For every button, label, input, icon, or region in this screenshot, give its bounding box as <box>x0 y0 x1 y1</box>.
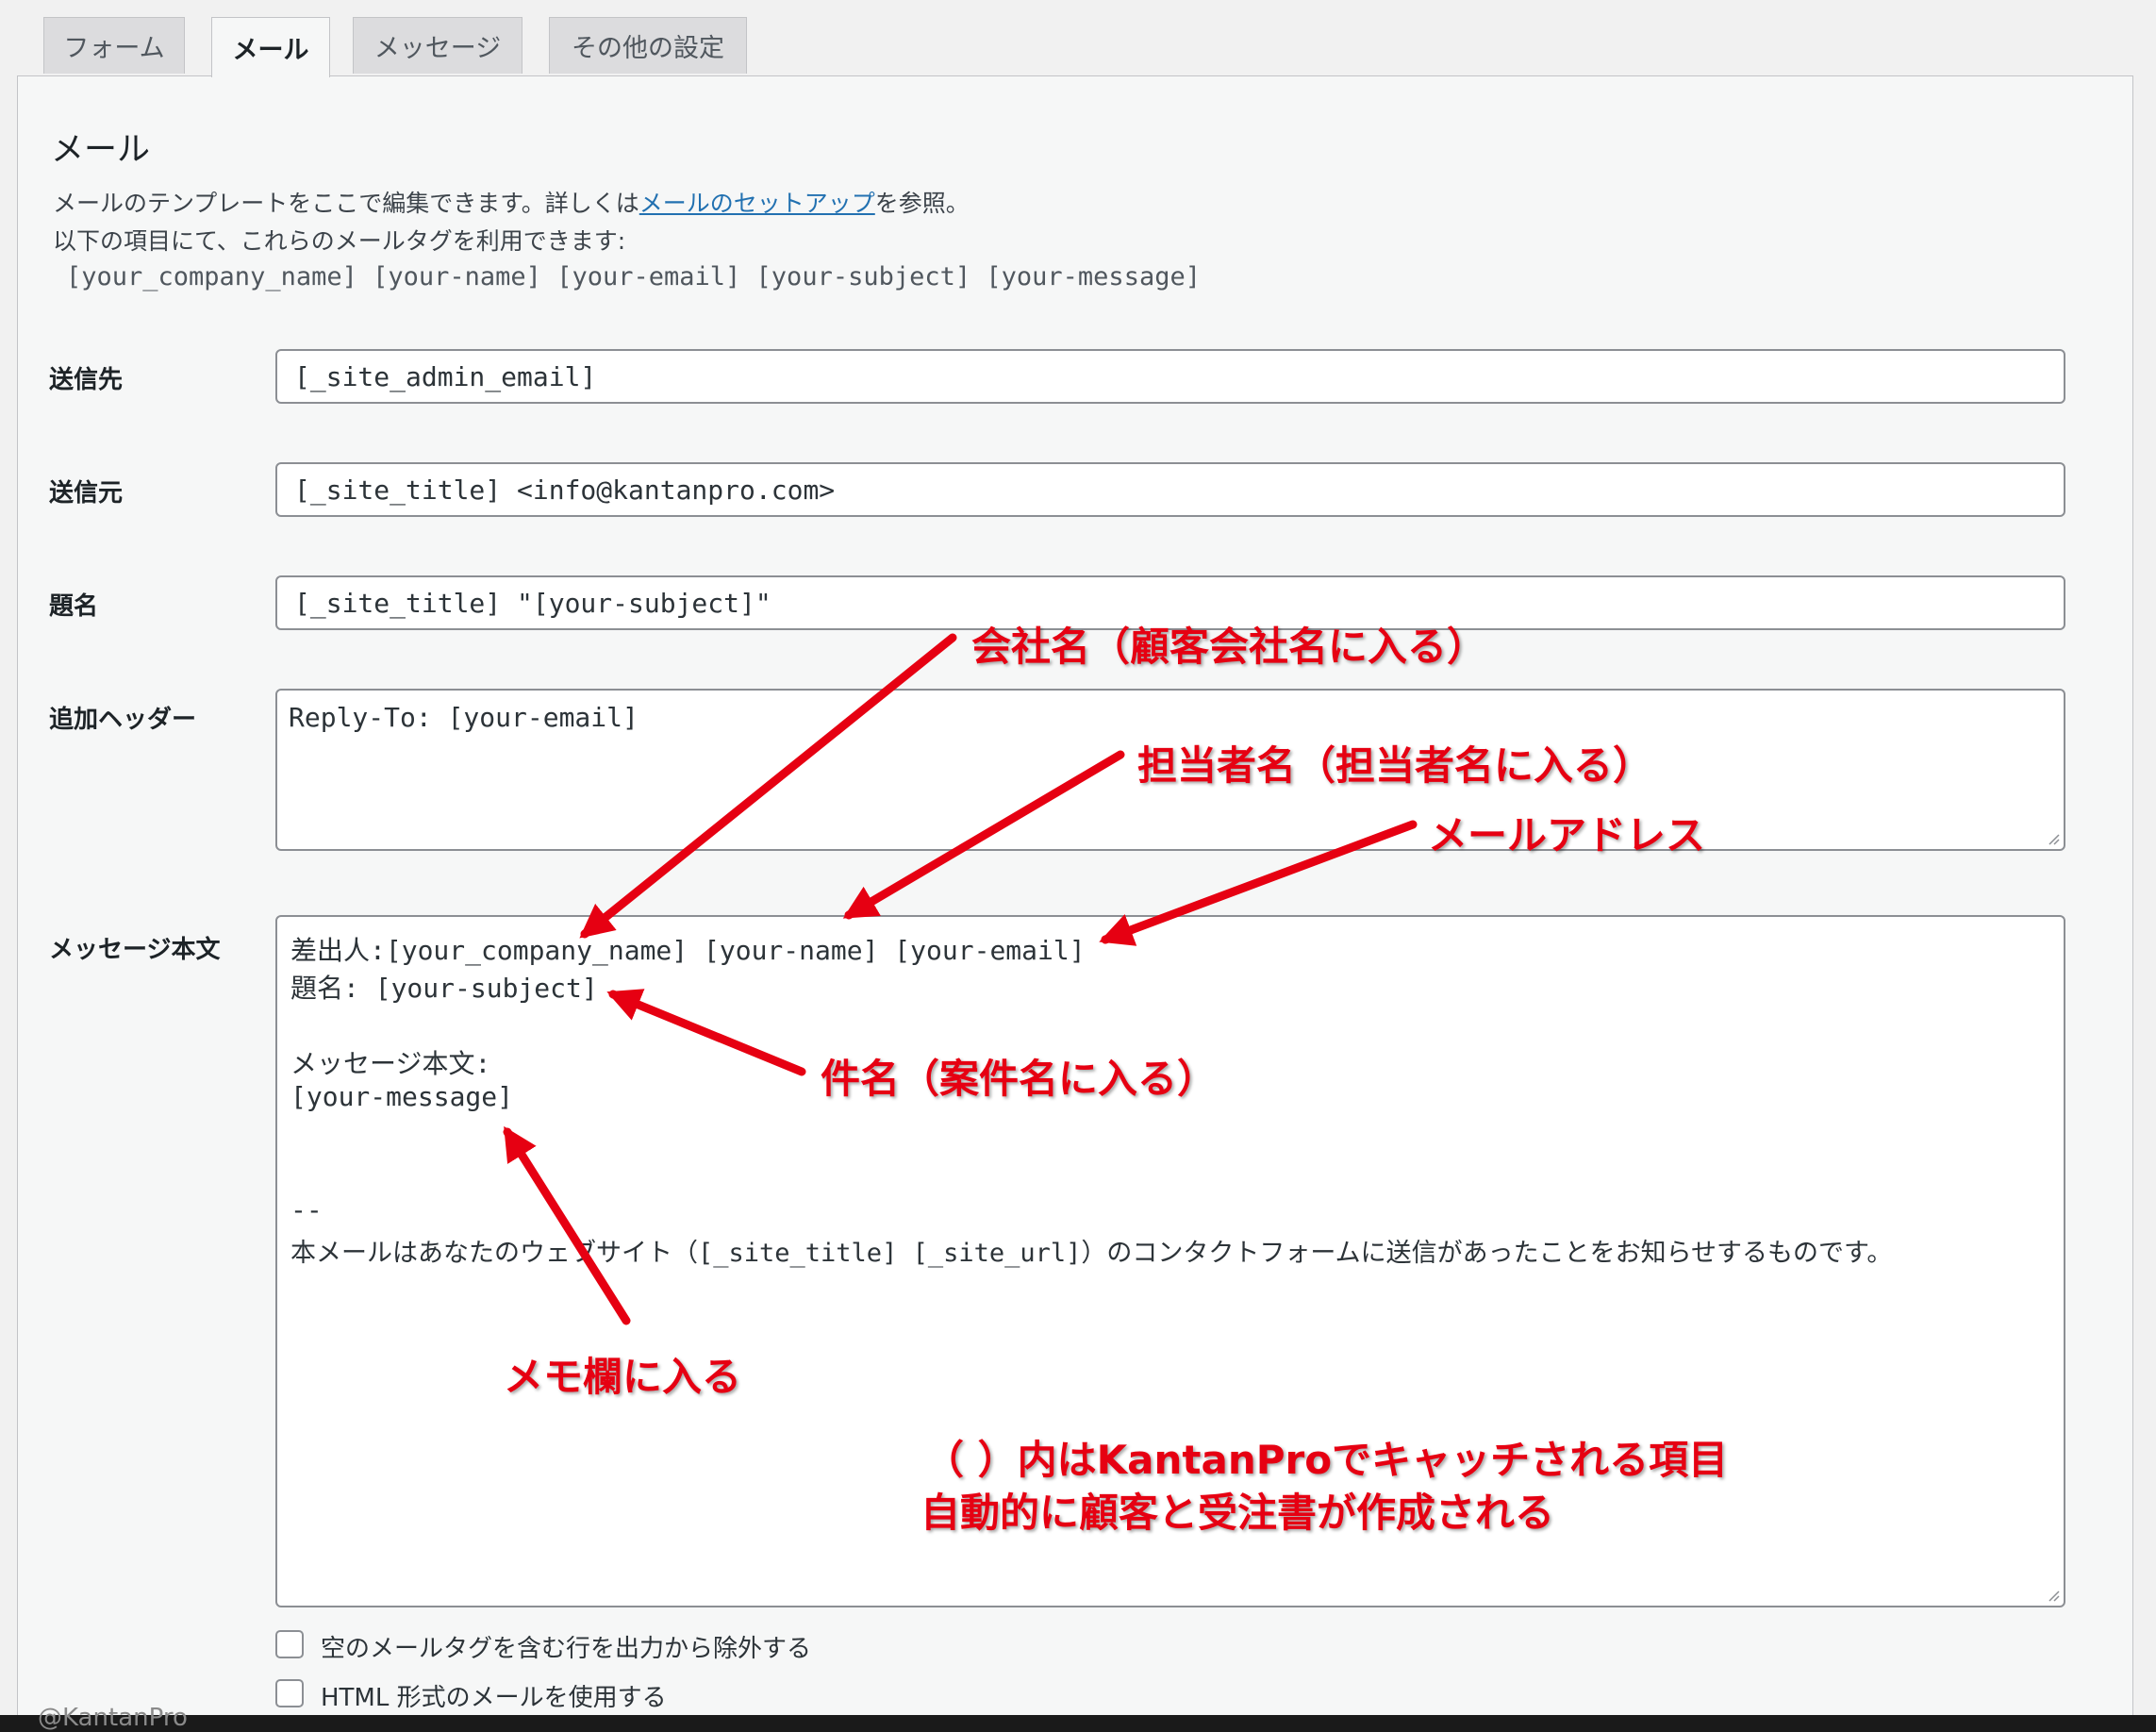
bottom-bar <box>0 1715 2156 1732</box>
annotation-company: 会社名（顧客会社名に入る） <box>971 624 1487 670</box>
watermark: @KantanPro <box>38 1704 188 1732</box>
annotation-note-line1: （ ）内はKantanProでキャッチされる項目 <box>924 1437 1729 1483</box>
arrow-subject <box>606 989 806 1076</box>
tab-mail[interactable]: メール <box>211 17 330 77</box>
arrow-memo <box>503 1125 631 1325</box>
annotation-note-line2: 自動的に顧客と受注書が作成される <box>920 1490 1555 1536</box>
annotation-person: 担当者名（担当者名に入る） <box>1137 742 1653 789</box>
arrow-email <box>1099 820 1418 946</box>
annotation-memo: メモ欄に入る <box>504 1354 742 1400</box>
arrow-person <box>842 750 1125 920</box>
annotation-email: メールアドレス <box>1428 812 1706 858</box>
annotation-subject: 件名（案件名に入る） <box>821 1056 1218 1102</box>
